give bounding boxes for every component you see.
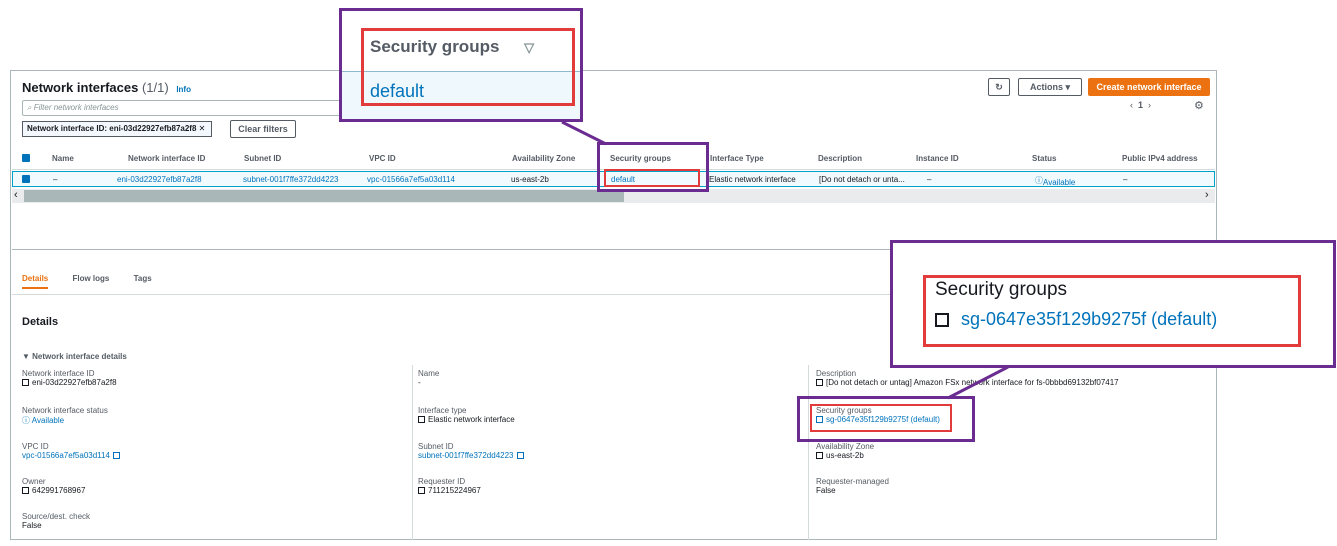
- zoom-sg-default: default: [370, 81, 425, 101]
- zoom-sg-id: sg-0647e35f129b9275f (default): [961, 309, 1218, 329]
- zoom-sg-value-right: sg-0647e35f129b9275f (default): [935, 309, 1217, 330]
- sort-triangle-icon: ▽: [524, 40, 535, 55]
- zoom-sg-label-right: Security groups: [935, 279, 1068, 300]
- zoom-callout-top: Security groups ▽ default: [339, 8, 583, 122]
- zoom-callout-right: Security groups sg-0647e35f129b9275f (de…: [890, 240, 1336, 368]
- zoom-sg-label: Security groups: [370, 37, 500, 56]
- copy-icon: [935, 313, 949, 328]
- zoom-sg-header: Security groups ▽: [370, 37, 534, 57]
